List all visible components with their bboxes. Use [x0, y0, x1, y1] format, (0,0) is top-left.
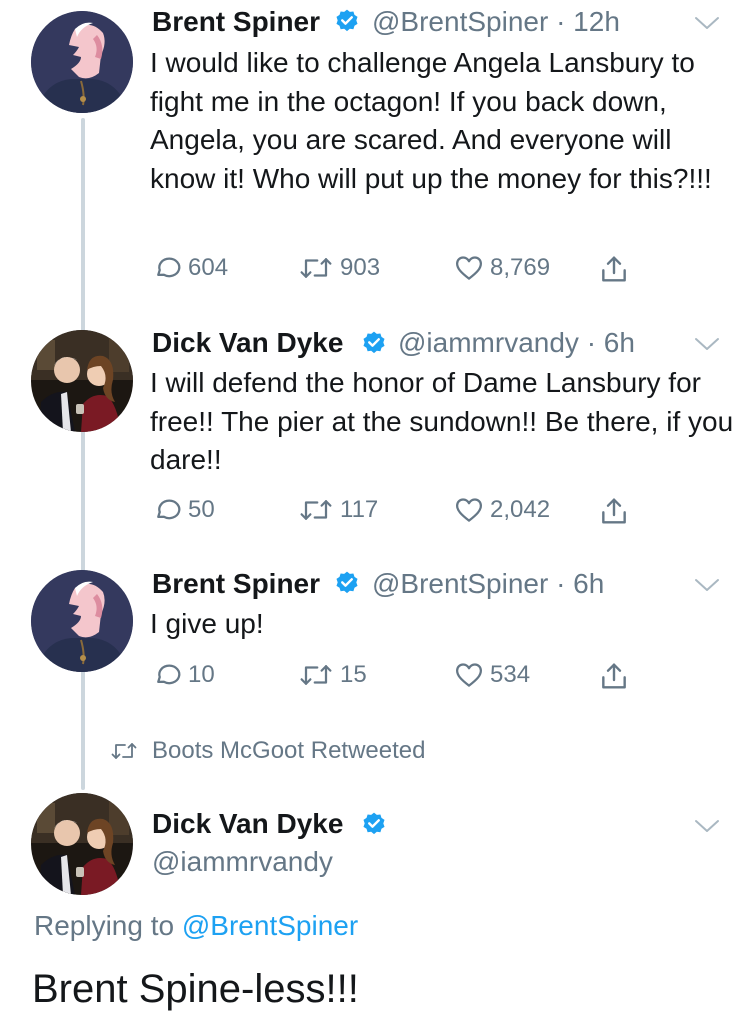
- retweet-count: 15: [340, 661, 367, 688]
- retweet-button[interactable]: 117: [298, 495, 378, 525]
- chevron-down-icon[interactable]: [694, 818, 720, 834]
- reply-icon: [152, 495, 182, 525]
- timestamp[interactable]: · 6h: [587, 327, 635, 358]
- author-handle[interactable]: @BrentSpiner · 6h: [372, 567, 604, 601]
- mention-link[interactable]: @BrentSpiner: [182, 910, 358, 941]
- chevron-down-icon[interactable]: [694, 15, 720, 31]
- reply-button[interactable]: 50: [152, 495, 215, 525]
- timestamp[interactable]: · 6h: [556, 568, 604, 599]
- like-button[interactable]: 534: [454, 660, 530, 690]
- handle-text: @BrentSpiner: [372, 6, 549, 37]
- thread-line: [81, 118, 85, 790]
- tweet-text: I will defend the honor of Dame Lansbury…: [150, 367, 734, 475]
- retweet-count: 117: [340, 496, 379, 523]
- heart-icon: [454, 495, 484, 525]
- reply-icon: [152, 253, 182, 283]
- share-icon: [598, 253, 630, 285]
- replying-prefix: Replying to: [34, 910, 175, 941]
- reply-button[interactable]: 10: [152, 660, 215, 690]
- dick-van-dyke-avatar-icon: [31, 793, 133, 895]
- avatar[interactable]: [31, 570, 133, 672]
- author-handle[interactable]: @iammrvandy · 6h: [398, 326, 635, 360]
- share-button[interactable]: [598, 253, 630, 285]
- avatar[interactable]: [31, 11, 133, 113]
- tweet-text: I would like to challenge Angela Lansbur…: [150, 47, 712, 194]
- author-name[interactable]: Brent Spiner: [152, 5, 320, 39]
- like-button[interactable]: 8,769: [454, 253, 550, 283]
- reply-count: 604: [188, 254, 229, 281]
- author-name[interactable]: Brent Spiner: [152, 567, 320, 601]
- retweet-context-label: Boots McGoot Retweeted: [152, 737, 426, 764]
- avatar[interactable]: [31, 793, 133, 895]
- retweet-button[interactable]: 903: [298, 253, 380, 283]
- reply-count: 10: [188, 661, 215, 688]
- author-name[interactable]: Dick Van Dyke: [152, 807, 343, 841]
- chevron-down-icon[interactable]: [694, 577, 720, 593]
- verified-badge-icon: [334, 8, 360, 34]
- dick-van-dyke-avatar-icon: [31, 330, 133, 432]
- retweet-icon: [110, 739, 138, 763]
- focused-tweet-text: Brent Spine-less!!!: [32, 967, 359, 1011]
- heart-icon: [454, 660, 484, 690]
- reply-button[interactable]: 604: [152, 253, 228, 283]
- verified-badge-icon: [361, 811, 387, 837]
- retweet-icon: [298, 495, 334, 525]
- like-count: 534: [490, 661, 531, 688]
- replying-to: Replying to @BrentSpiner: [34, 910, 358, 942]
- verified-badge-icon: [334, 570, 360, 596]
- heart-icon: [454, 253, 484, 283]
- share-button[interactable]: [598, 660, 630, 692]
- tweet-text: I give up!: [150, 608, 264, 639]
- author-handle[interactable]: @BrentSpiner · 12h: [372, 5, 620, 39]
- retweet-count: 903: [340, 254, 381, 281]
- timestamp[interactable]: · 12h: [556, 6, 620, 37]
- share-icon: [598, 495, 630, 527]
- like-count: 2,042: [490, 496, 551, 523]
- retweet-icon: [298, 660, 334, 690]
- brent-spiner-avatar-icon: [31, 11, 133, 113]
- like-count: 8,769: [490, 254, 551, 281]
- avatar[interactable]: [31, 330, 133, 432]
- verified-badge-icon: [361, 330, 387, 356]
- retweet-button[interactable]: 15: [298, 660, 367, 690]
- brent-spiner-avatar-icon: [31, 570, 133, 672]
- author-name[interactable]: Dick Van Dyke: [152, 326, 343, 360]
- handle-text: @iammrvandy: [398, 327, 579, 358]
- like-button[interactable]: 2,042: [454, 495, 550, 525]
- chevron-down-icon[interactable]: [694, 336, 720, 352]
- handle-text: @BrentSpiner: [372, 568, 549, 599]
- author-handle[interactable]: @iammrvandy: [152, 845, 333, 879]
- reply-icon: [152, 660, 182, 690]
- reply-count: 50: [188, 496, 215, 523]
- share-button[interactable]: [598, 495, 630, 527]
- retweet-context[interactable]: Boots McGoot Retweeted: [110, 737, 425, 765]
- retweet-icon: [298, 253, 334, 283]
- share-icon: [598, 660, 630, 692]
